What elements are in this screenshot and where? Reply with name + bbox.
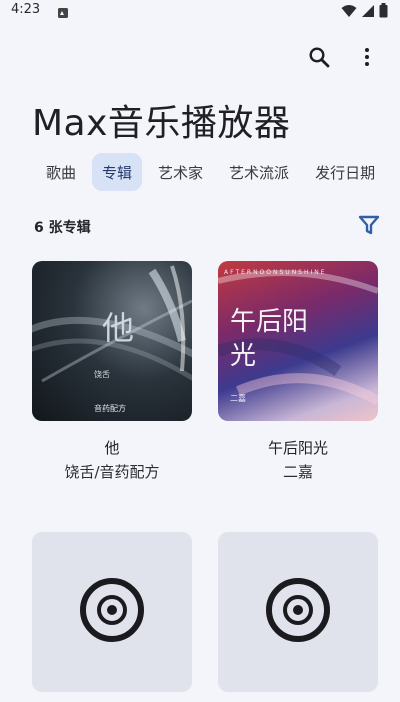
album-title: 午后阳光 xyxy=(267,439,328,457)
status-icons xyxy=(341,3,388,22)
tab-albums[interactable]: 专辑 xyxy=(92,153,143,191)
tab-genres[interactable]: 艺术流派 xyxy=(219,153,299,191)
tab-bar: 歌曲 专辑 艺术家 艺术流派 发行日期 xyxy=(36,152,391,192)
notification-icon xyxy=(57,4,69,23)
album-title: 他 xyxy=(104,439,120,457)
status-bar: 4:23 xyxy=(0,0,400,22)
album-cover[interactable]: 他 饶舌 音药配方 xyxy=(32,261,192,421)
tab-songs[interactable]: 歌曲 xyxy=(36,153,86,191)
app-title: Max音乐播放器 xyxy=(32,103,291,144)
cover-label: AFTERNOONSUNSHINE xyxy=(224,269,327,276)
top-actions xyxy=(306,44,380,70)
album-card[interactable]: AFTERNOONSUNSHINE 午后阳光 二嘉 午后阳光 二嘉 xyxy=(218,261,378,482)
disc-icon xyxy=(264,576,332,648)
tab-release-date[interactable]: 发行日期 xyxy=(305,153,385,191)
status-time: 4:23 xyxy=(11,2,41,17)
app-screen: 4:23 Max音乐播放器 歌曲 专辑 艺术家 艺术流派 发行日期 6 张专辑 … xyxy=(0,0,400,702)
album-cover-placeholder[interactable] xyxy=(218,532,378,692)
search-icon[interactable] xyxy=(306,44,332,70)
more-vert-icon[interactable] xyxy=(354,44,380,70)
cover-caption: 二嘉 xyxy=(230,394,246,403)
wifi-icon xyxy=(341,3,357,22)
battery-icon xyxy=(379,3,388,22)
cover-title-text: 他 xyxy=(102,309,135,347)
album-card[interactable]: 他 饶舌 音药配方 他 饶舌/音药配方 xyxy=(32,261,192,482)
cover-caption: 饶舌 xyxy=(94,370,110,379)
album-card[interactable] xyxy=(218,532,378,692)
tab-artists[interactable]: 艺术家 xyxy=(148,153,213,191)
album-count: 6 张专辑 xyxy=(34,220,91,236)
cover-title-text: 午后阳光 xyxy=(230,307,309,371)
cover-label: 音药配方 xyxy=(94,404,126,413)
album-cover-placeholder[interactable] xyxy=(32,532,192,692)
filter-icon[interactable] xyxy=(358,214,382,238)
album-artist: 饶舌/音药配方 xyxy=(64,463,160,481)
album-artist: 二嘉 xyxy=(282,463,313,481)
album-cover[interactable]: AFTERNOONSUNSHINE 午后阳光 二嘉 xyxy=(218,261,378,421)
disc-icon xyxy=(78,576,146,648)
album-card[interactable] xyxy=(32,532,192,692)
signal-icon xyxy=(361,3,375,22)
